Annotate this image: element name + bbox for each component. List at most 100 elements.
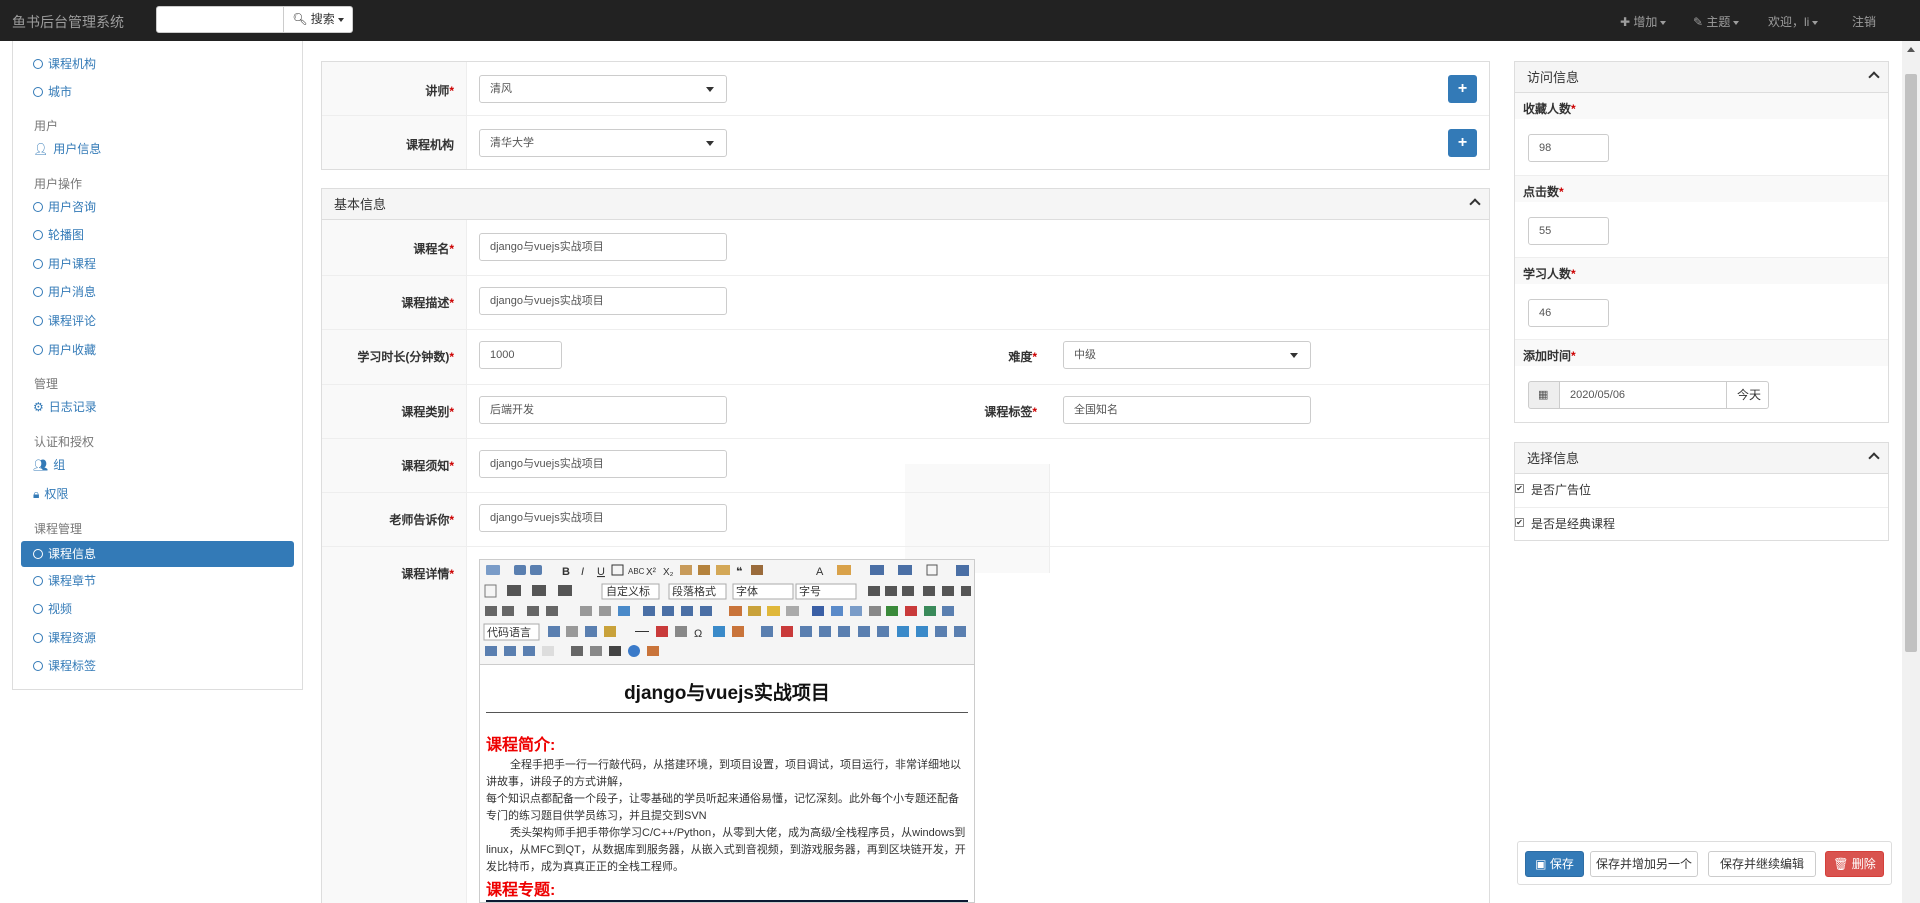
- add-teacher-button[interactable]: +: [1448, 75, 1477, 103]
- sidebar-item-message[interactable]: 用户消息: [33, 279, 96, 305]
- circle-icon: [33, 59, 43, 69]
- save-button[interactable]: ▣ 保存: [1525, 851, 1584, 877]
- circle-icon: [33, 345, 43, 355]
- sidebar-item-log[interactable]: ⚙ 日志记录: [33, 394, 97, 420]
- add-time-input[interactable]: 2020/05/06: [1559, 381, 1727, 409]
- add-org-button[interactable]: +: [1448, 129, 1477, 157]
- sidebar: 课程机构 城市 用户 👤︎ 用户信息 用户操作 用户咨询 轮播图 用户课程 用户消…: [12, 41, 303, 690]
- category-input[interactable]: 后端开发: [479, 396, 727, 424]
- editor-toolbar-icons[interactable]: B I U ABC X² X₂ ❝ A 自定义标 段落格式 字体 字号 代码语言…: [480, 560, 976, 666]
- teacher-tell-input[interactable]: django与vuejs实战项目: [479, 504, 727, 532]
- gear-icon: ⚙: [33, 400, 44, 414]
- sidebar-item-video[interactable]: 视频: [33, 596, 72, 622]
- sidebar-item-userinfo[interactable]: 👤︎ 用户信息: [33, 136, 101, 162]
- delete-button[interactable]: 🗑︎ 删除: [1825, 851, 1884, 877]
- dropdown-caret-icon: [706, 141, 714, 146]
- duration-input[interactable]: 1000: [479, 341, 562, 369]
- chevron-up-icon: [1868, 71, 1880, 83]
- search-button[interactable]: 🔍︎ 搜索: [283, 6, 353, 33]
- svg-text:X₂: X₂: [663, 567, 674, 578]
- sidebar-item-favorite[interactable]: 用户收藏: [33, 337, 96, 363]
- sidebar-item-lesson[interactable]: 课程章节: [33, 568, 96, 594]
- svg-text:ABC: ABC: [628, 567, 645, 576]
- sidebar-group-title: 课程管理: [34, 522, 83, 536]
- svg-text:I: I: [581, 566, 584, 578]
- course-name-label: 课程名*: [413, 242, 454, 256]
- add-menu[interactable]: ✚ 增加: [1620, 13, 1667, 30]
- teacher-select[interactable]: 清风: [479, 75, 727, 103]
- theme-menu[interactable]: ✎ 主题: [1693, 13, 1740, 30]
- sidebar-item-group[interactable]: 👥︎ 组: [33, 452, 65, 478]
- choice-info-header[interactable]: 选择信息: [1515, 443, 1888, 474]
- teacher-tell-label: 老师告诉你*: [389, 513, 454, 527]
- circle-icon: [33, 202, 43, 212]
- fav-count-input[interactable]: 98: [1528, 134, 1609, 162]
- scrollbar-thumb[interactable]: [1905, 74, 1917, 652]
- today-button[interactable]: 今天: [1726, 381, 1769, 409]
- visit-info-panel: 访问信息 收藏人数* 98 点击数* 55 学习人数* 46 添加时间* ▦ 2…: [1514, 61, 1889, 423]
- circle-icon: [33, 230, 43, 240]
- editor-intro-title: 课程简介:: [486, 737, 556, 754]
- course-desc-label: 课程描述*: [401, 296, 454, 310]
- course-desc-input[interactable]: django与vuejs实战项目: [479, 287, 727, 315]
- tag-input[interactable]: 全国知名: [1063, 396, 1311, 424]
- page-scrollbar[interactable]: [1902, 41, 1920, 903]
- dropdown-caret-icon: [706, 87, 714, 92]
- svg-text:Ω: Ω: [694, 628, 702, 640]
- svg-text:B: B: [562, 566, 570, 578]
- difficulty-select[interactable]: 中级: [1063, 341, 1311, 369]
- classic-checkbox[interactable]: ✔: [1515, 518, 1524, 527]
- brand-title[interactable]: 鱼书后台管理系统: [12, 12, 124, 32]
- relation-panel: 讲师* 清风 + 课程机构 清华大学 +: [321, 61, 1490, 170]
- code-language-select[interactable]: 代码语言: [487, 626, 531, 639]
- rich-text-editor[interactable]: django与vuejs实战项目 课程简介: 全程手把手一行一行敲代码，从搭建环…: [479, 665, 975, 903]
- sidebar-item-course-info[interactable]: 课程信息: [21, 541, 294, 567]
- logout-link[interactable]: 注销: [1852, 13, 1876, 30]
- ad-checkbox[interactable]: ✔: [1515, 484, 1524, 493]
- visit-info-header[interactable]: 访问信息: [1515, 62, 1888, 93]
- users-icon: 👥︎: [33, 458, 49, 472]
- students-label: 学习人数*: [1523, 267, 1576, 281]
- save-icon: ▣: [1535, 857, 1547, 871]
- brush-icon: ✎: [1693, 15, 1704, 29]
- save-add-another-button[interactable]: 保存并增加另一个: [1590, 851, 1698, 877]
- sidebar-item-resource[interactable]: 课程资源: [33, 625, 96, 651]
- duration-label: 学习时长(分钟数)*: [357, 350, 454, 364]
- sidebar-item-org[interactable]: 课程机构: [33, 51, 96, 77]
- circle-icon: [33, 549, 43, 559]
- classic-label: 是否是经典课程: [1531, 517, 1616, 531]
- basic-info-header[interactable]: 基本信息: [322, 189, 1489, 220]
- font-custom-select[interactable]: 自定义标: [606, 584, 650, 598]
- sidebar-item-city[interactable]: 城市: [33, 79, 72, 105]
- calendar-icon[interactable]: ▦: [1528, 381, 1560, 409]
- circle-icon: [33, 604, 43, 614]
- font-size-select[interactable]: 字号: [799, 584, 821, 598]
- sidebar-item-tag[interactable]: 课程标签: [33, 653, 96, 679]
- font-family-select[interactable]: 字体: [736, 584, 758, 598]
- circle-icon: [33, 87, 43, 97]
- add-time-label: 添加时间*: [1523, 349, 1576, 363]
- user-menu[interactable]: 欢迎，li: [1768, 13, 1819, 30]
- plus-icon: ✚: [1620, 15, 1631, 29]
- save-continue-button[interactable]: 保存并继续编辑: [1708, 851, 1816, 877]
- circle-icon: [33, 259, 43, 269]
- students-input[interactable]: 46: [1528, 299, 1609, 327]
- sidebar-item-comment[interactable]: 课程评论: [33, 308, 96, 334]
- difficulty-label: 难度*: [1008, 350, 1037, 364]
- svg-text:U: U: [597, 566, 605, 578]
- org-select[interactable]: 清华大学: [479, 129, 727, 157]
- sidebar-item-ask[interactable]: 用户咨询: [33, 194, 96, 220]
- search-input[interactable]: [156, 6, 284, 33]
- notice-input[interactable]: django与vuejs实战项目: [479, 450, 727, 478]
- chevron-up-icon: [1868, 452, 1880, 464]
- course-name-input[interactable]: django与vuejs实战项目: [479, 233, 727, 261]
- para-format-select[interactable]: 段落格式: [672, 584, 716, 598]
- editor-intro-p3: 秃头架构师手把手带你学习C/C++/Python，从零到大佬，成为高级/全栈程序…: [486, 827, 966, 873]
- scroll-up-icon[interactable]: [1907, 47, 1915, 52]
- sidebar-item-banner[interactable]: 轮播图: [33, 222, 84, 248]
- sidebar-group-title: 管理: [34, 377, 59, 391]
- click-count-input[interactable]: 55: [1528, 217, 1609, 245]
- user-icon: 👤︎: [33, 142, 49, 156]
- sidebar-item-usercourse[interactable]: 用户课程: [33, 251, 96, 277]
- sidebar-item-permission[interactable]: 🔒︎ 权限: [33, 481, 68, 507]
